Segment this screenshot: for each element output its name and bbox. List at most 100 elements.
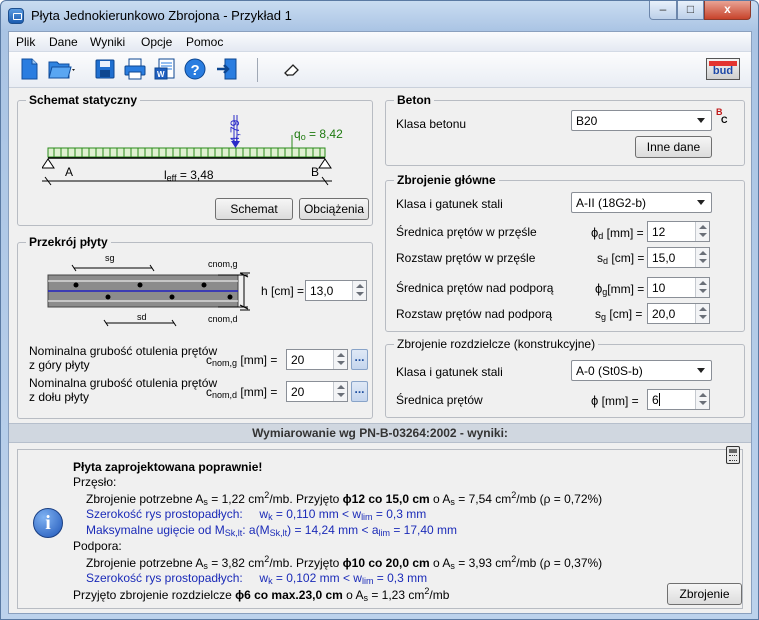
copy-results-icon[interactable] <box>726 446 740 464</box>
rozdzielcze-result-line: Przyjęto zbrojenie rozdzielcze ϕ6 co max… <box>73 586 449 603</box>
minimize-button[interactable]: – <box>649 1 677 20</box>
value: 6 <box>652 393 659 407</box>
results-s2f: = 0,3 mm <box>373 571 428 585</box>
results-p1a: Zbrojenie potrzebne A <box>86 492 204 506</box>
h-input[interactable]: 13,0 <box>305 280 367 301</box>
otul-d-unit: [mm] = <box>240 385 278 399</box>
value: 10 <box>652 281 666 295</box>
results-s1g: o A <box>429 556 451 570</box>
otul-d-spinner[interactable] <box>333 382 347 401</box>
schemat-button[interactable]: Schemat <box>215 198 293 220</box>
otul-d-input[interactable]: 20 <box>286 381 348 402</box>
menu-wyniki[interactable]: Wyniki <box>90 35 125 49</box>
sred-podpora-symbol: ϕg[mm] = <box>595 281 644 297</box>
menu-dane[interactable]: Dane <box>49 35 78 49</box>
cnom-d-label: cnom,d <box>208 314 238 324</box>
menu-plik[interactable]: Plik <box>16 35 35 49</box>
h-spinner[interactable] <box>352 281 366 300</box>
results-p3d: Sk,lt <box>269 528 288 538</box>
results-p3f: lim <box>378 528 391 538</box>
schemat-statyczny-group: Schemat statyczny 4,79 qo = 8,42 A B lef… <box>17 93 373 226</box>
logo-text: bud <box>712 65 734 77</box>
inne-dane-button[interactable]: Inne dane <box>635 136 712 158</box>
klasa-betonu-select[interactable]: B20 <box>571 110 712 131</box>
toolbar: W ? bud <box>9 52 751 88</box>
sub: g <box>601 312 607 322</box>
otul-g-symbol: cnom,g [mm] = <box>206 353 277 368</box>
maximize-button[interactable]: □ <box>677 1 704 20</box>
results-s2b: w <box>259 571 269 585</box>
results-rz_c: o A <box>342 588 364 602</box>
sred-podpora-input[interactable]: 10 <box>647 277 710 298</box>
podpora-zbrojenie-line: Zbrojenie potrzebne As = 3,82 cm2/mb. Pr… <box>86 554 602 571</box>
menu-pomoc[interactable]: Pomoc <box>186 35 223 49</box>
sym: ϕ <box>591 393 599 408</box>
title-bar[interactable]: Płyta Jednokierunkowo Zbrojona - Przykła… <box>1 1 758 31</box>
results-s1c: = 3,82 cm <box>207 556 265 570</box>
otul-g-line2: z góry płyty <box>29 358 90 372</box>
results-p3g: = 17,40 mm <box>390 523 458 537</box>
results-p3b: Sk,lt <box>224 528 243 538</box>
results-s1k: /mb (ρ = 0,37%) <box>516 556 603 570</box>
otul-g-spinner[interactable] <box>333 350 347 369</box>
close-button[interactable]: x <box>704 1 751 20</box>
results-rz_a: Przyjęto zbrojenie rozdzielcze <box>73 588 236 602</box>
app-icon[interactable] <box>8 8 24 24</box>
results-p2d: = 0,110 mm < w <box>272 507 362 521</box>
spinner[interactable] <box>695 278 709 297</box>
rozdz-sred-input[interactable]: 6 <box>647 389 710 410</box>
results-s1a: Zbrojenie potrzebne A <box>86 556 204 570</box>
spinner[interactable] <box>695 248 709 267</box>
otul-d-value: 20 <box>291 385 305 399</box>
results-p1f: ϕ12 co 15,0 cm <box>342 492 430 506</box>
otul-g-unit: [mm] = <box>240 353 278 367</box>
zbr-klasa-select[interactable]: A-II (18G2-b) <box>571 192 712 213</box>
sred-przeslo-symbol: ϕd [mm] = <box>591 225 644 241</box>
spinner[interactable] <box>695 222 709 241</box>
rozdz-klasa-select[interactable]: A-0 (St0S-b) <box>571 360 712 381</box>
svg-text:W: W <box>157 70 165 79</box>
otul-g-line1: Nominalna grubość otulenia prętów <box>29 344 218 358</box>
eraser-icon[interactable] <box>279 57 303 81</box>
sg-label: sg <box>105 253 115 263</box>
results-s2a: Szerokość rys prostopadłych: <box>86 571 243 585</box>
sg-dimension <box>71 264 155 272</box>
zbrojenie-button[interactable]: Zbrojenie <box>667 583 742 605</box>
sub: d <box>598 231 604 241</box>
rozdz-klasa-label: Klasa i gatunek stali <box>396 365 503 379</box>
results-rz_b: ϕ6 co max.23,0 cm <box>235 588 343 602</box>
q0-value: = 8,42 <box>309 127 343 141</box>
zbrojenie-glowne-group: Zbrojenie główne Klasa i gatunek stali A… <box>385 173 745 332</box>
sub: d <box>603 256 609 266</box>
otul-d-line2: z dołu płyty <box>29 390 90 404</box>
results-s1f: ϕ10 co 20,0 cm <box>342 556 430 570</box>
rozdz-title: Zbrojenie rozdzielcze (konstrukcyjne) <box>394 337 599 351</box>
print-icon[interactable] <box>123 57 147 81</box>
application-window: Płyta Jednokierunkowo Zbrojona - Przykła… <box>0 0 759 620</box>
save-icon[interactable] <box>93 57 117 81</box>
spinner[interactable] <box>695 304 709 323</box>
sred-przeslo-input[interactable]: 12 <box>647 221 710 242</box>
spinner[interactable] <box>695 390 709 409</box>
results-s1i: = 3,93 cm <box>454 556 512 570</box>
unit: [cm] = <box>609 307 643 321</box>
otul-d-more-button[interactable]: ... <box>351 381 368 402</box>
rozst-przeslo-input[interactable]: 15,0 <box>647 247 710 268</box>
support-a-label: A <box>65 165 74 179</box>
export-word-icon[interactable]: W <box>153 57 177 81</box>
open-file-icon[interactable] <box>47 57 77 81</box>
new-file-icon[interactable] <box>17 57 41 81</box>
unit: [mm] = <box>607 282 645 296</box>
otul-d-sub: nom,d <box>212 390 238 400</box>
results-p2e: lim <box>361 512 373 522</box>
menu-opcje[interactable]: Opcje <box>141 35 172 49</box>
przeslo-ugiecie-line: Maksymalne ugięcie od MSk,lt: a(MSk,lt) … <box>86 523 457 538</box>
klasa-betonu-label: Klasa betonu <box>396 117 467 131</box>
obciazenia-button[interactable]: Obciążenia <box>299 198 369 220</box>
rozst-podpora-input[interactable]: 20,0 <box>647 303 710 324</box>
otul-g-input[interactable]: 20 <box>286 349 348 370</box>
otul-g-more-button[interactable]: ... <box>351 349 368 370</box>
rozdz-sred-label: Średnica prętów <box>396 393 483 407</box>
exit-icon[interactable] <box>215 57 239 81</box>
help-icon[interactable]: ? <box>183 57 207 81</box>
